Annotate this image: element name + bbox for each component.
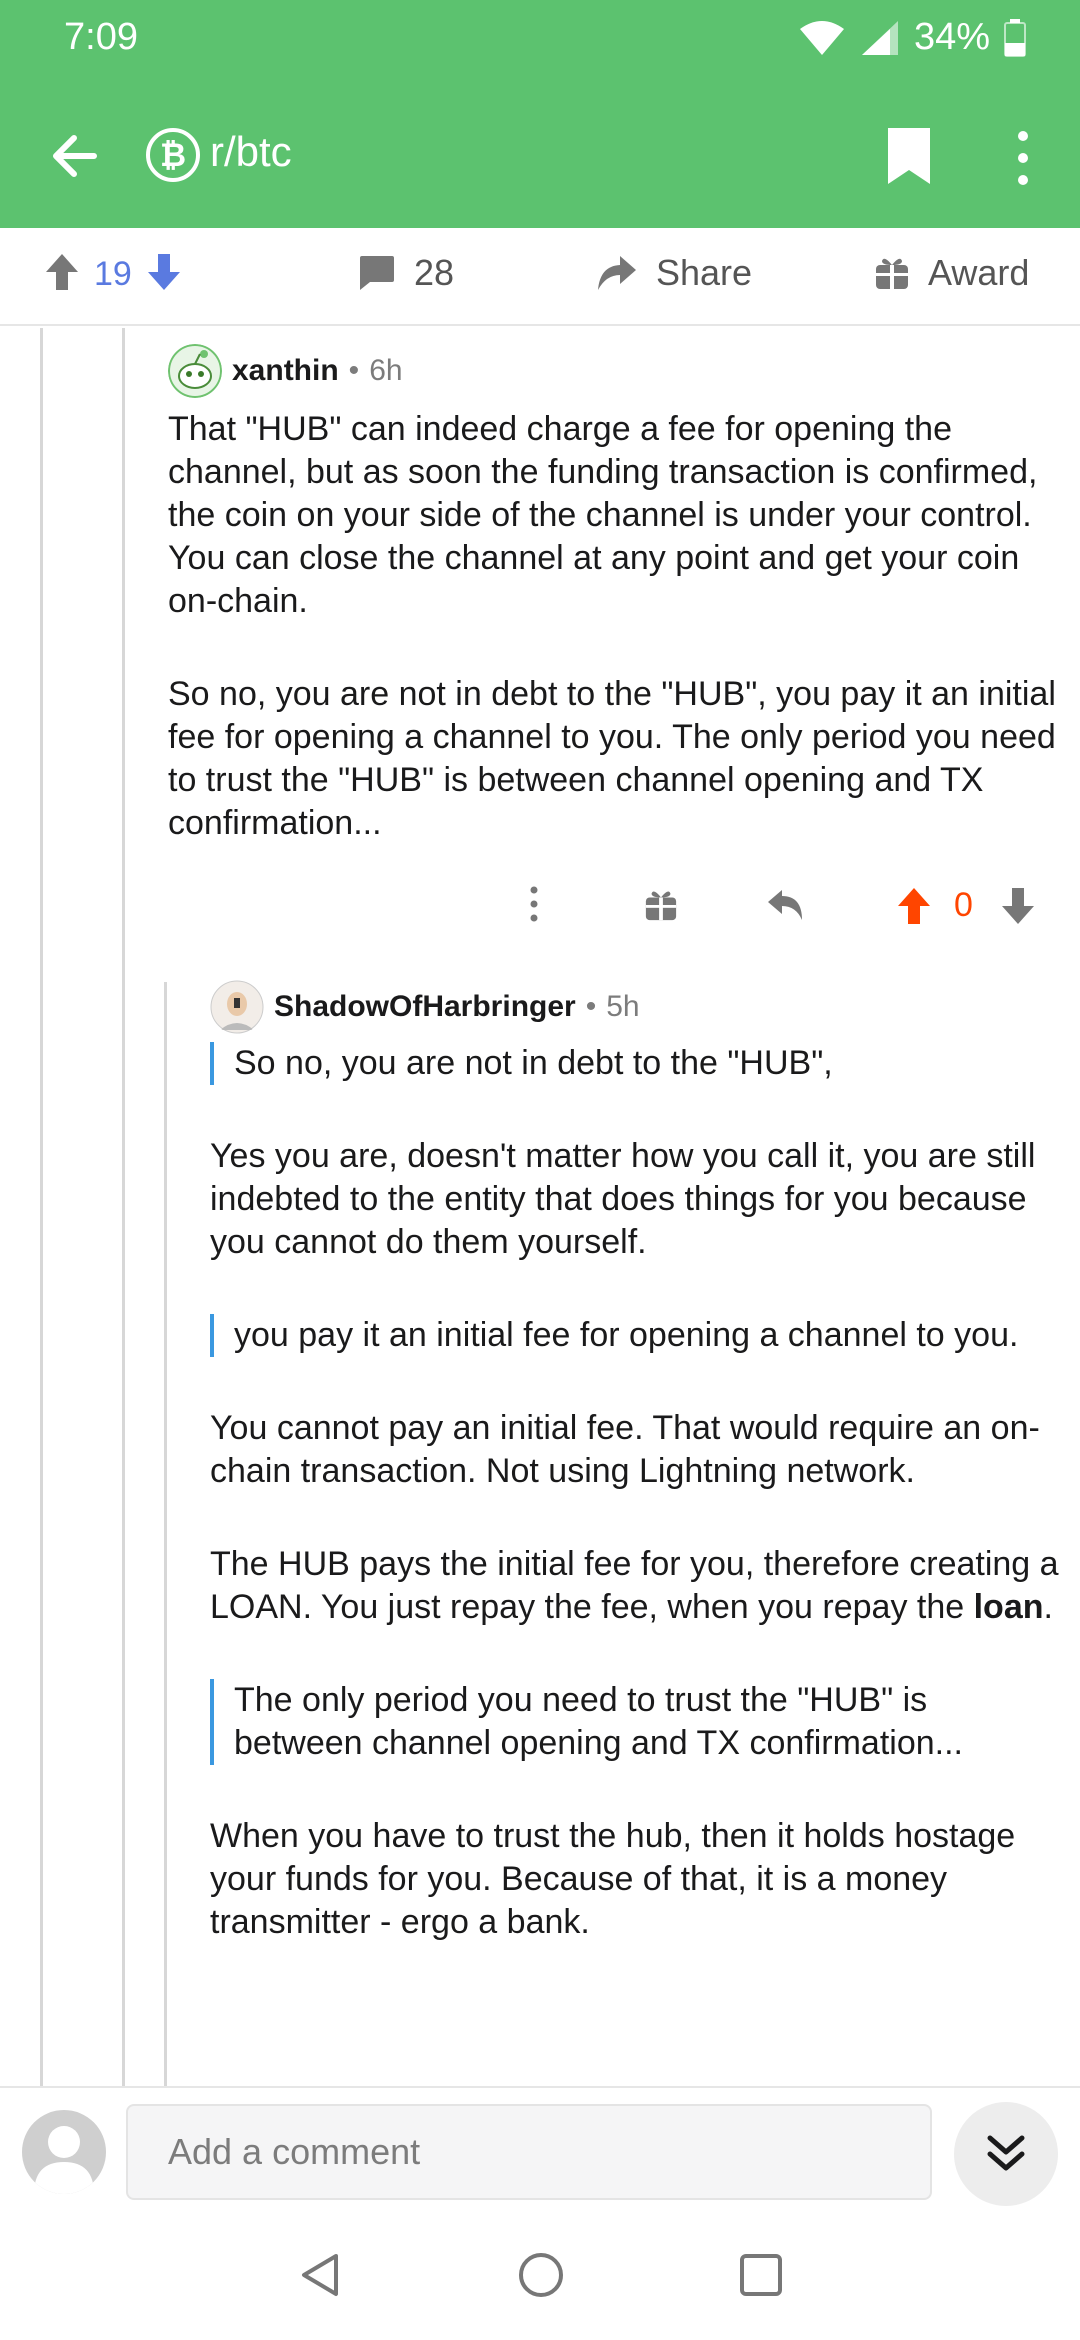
reply-icon [768,890,802,920]
circle-home-icon [519,2253,563,2297]
arrow-down-icon [1002,888,1034,924]
gift-icon [645,891,677,921]
share-label: Share [656,252,753,293]
signal-icon [860,19,900,57]
thread-line[interactable] [40,328,43,2086]
thread-line[interactable] [164,982,167,2086]
next-comment-button[interactable] [954,2102,1058,2206]
triangle-back-icon [302,2254,338,2296]
comment-composer-bar: Add a comment [0,2086,1080,2216]
comment-author[interactable]: xanthin [232,354,339,388]
user-placeholder-icon [34,2126,94,2194]
gift-icon [876,258,908,289]
comment-actions: 0 [520,876,1040,936]
paragraph-text: The HUB pays the initial fee for you, th… [210,1545,1059,1626]
comment-time: 5h [606,990,640,1023]
app-header: 7:09 34% ₿ r/btc [0,0,1080,228]
arrow-up-icon [898,888,930,924]
nav-home-button[interactable] [516,2250,566,2305]
comments-count: 28 [414,252,455,293]
meta-separator: • [348,354,360,387]
subreddit-icon[interactable]: ₿ [146,128,200,182]
bold-text: loan [973,1588,1044,1626]
comment-score: 0 [954,886,973,924]
bookmark-icon [888,128,930,184]
comment-header: ShadowOfHarbringer • 5h [210,980,640,1034]
system-nav-bar [0,2216,1080,2340]
user-avatar-image [210,980,264,1034]
comment-quote: you pay it an initial fee for opening a … [210,1314,1060,1357]
award-label: Award [928,252,1030,293]
share-button[interactable]: Share [596,252,752,294]
comment-time: 6h [369,354,403,387]
bitcoin-icon: ₿ [159,136,187,173]
comment-award-button[interactable] [644,888,678,927]
paragraph-text: . [1043,1588,1053,1626]
award-button[interactable]: Award [874,252,1029,294]
post-vote-group: 19 [44,252,182,297]
thread-line[interactable] [122,328,125,2086]
bookmark-button[interactable] [884,126,934,186]
comment-quote: So no, you are not in debt to the "HUB", [210,1042,1060,1085]
more-vertical-icon [1018,131,1028,185]
more-options-button[interactable] [1006,126,1040,190]
wifi-icon [798,19,846,57]
comment-more-button[interactable] [520,884,548,933]
nav-back-button[interactable] [296,2250,346,2305]
share-icon [598,256,636,290]
more-vertical-icon [530,886,538,922]
upvote-button[interactable] [44,252,80,297]
comment-paragraph: When you have to trust the hub, then it … [210,1817,1016,1941]
arrow-left-icon [53,135,97,177]
square-recents-icon [740,2254,782,2296]
comment-body: That "HUB" can indeed charge a fee for o… [168,408,1058,895]
user-avatar[interactable] [210,980,264,1034]
comment-icon [360,256,394,290]
comment-downvote-button[interactable] [1000,886,1036,931]
comment-paragraph: Yes you are, doesn't matter how you call… [210,1137,1036,1261]
comment-author[interactable]: ShadowOfHarbringer [274,990,576,1024]
meta-separator: • [585,990,597,1023]
comment-paragraph: You cannot pay an initial fee. That woul… [210,1409,1040,1490]
reply-button[interactable] [766,888,806,929]
snoo-avatar-icon [168,344,222,398]
downvote-button[interactable] [146,252,182,297]
app-bar: ₿ r/btc [0,100,1080,210]
comment-header: xanthin • 6h [168,344,403,398]
nav-recents-button[interactable] [736,2250,786,2305]
status-time: 7:09 [64,16,138,58]
battery-percent: 34% [913,16,990,58]
comments-button[interactable]: 28 [356,252,454,294]
post-action-bar: 19 28 Share Award [0,228,1080,326]
comment-paragraph: The HUB pays the initial fee for you, th… [210,1543,1060,1629]
comment-upvote-button[interactable] [896,886,932,931]
arrow-down-icon [147,254,180,290]
post-score: 19 [94,255,132,293]
chevron-double-down-icon [987,2135,1025,2171]
status-icons: 34% [798,16,1026,59]
arrow-up-icon [46,254,78,290]
add-comment-input[interactable]: Add a comment [126,2104,932,2200]
user-avatar[interactable] [168,344,222,398]
comment-paragraph: That "HUB" can indeed charge a fee for o… [168,410,1038,620]
comment-quote: The only period you need to trust the "H… [210,1679,1060,1765]
status-bar: 7:09 34% [0,0,1080,80]
comment-paragraph: So no, you are not in debt to the "HUB",… [168,675,1056,842]
current-user-avatar[interactable] [22,2110,106,2194]
subreddit-name[interactable]: r/btc [210,128,292,176]
back-button[interactable] [44,126,104,186]
comment-body: So no, you are not in debt to the "HUB",… [210,1042,1060,1994]
battery-icon [1004,18,1026,57]
